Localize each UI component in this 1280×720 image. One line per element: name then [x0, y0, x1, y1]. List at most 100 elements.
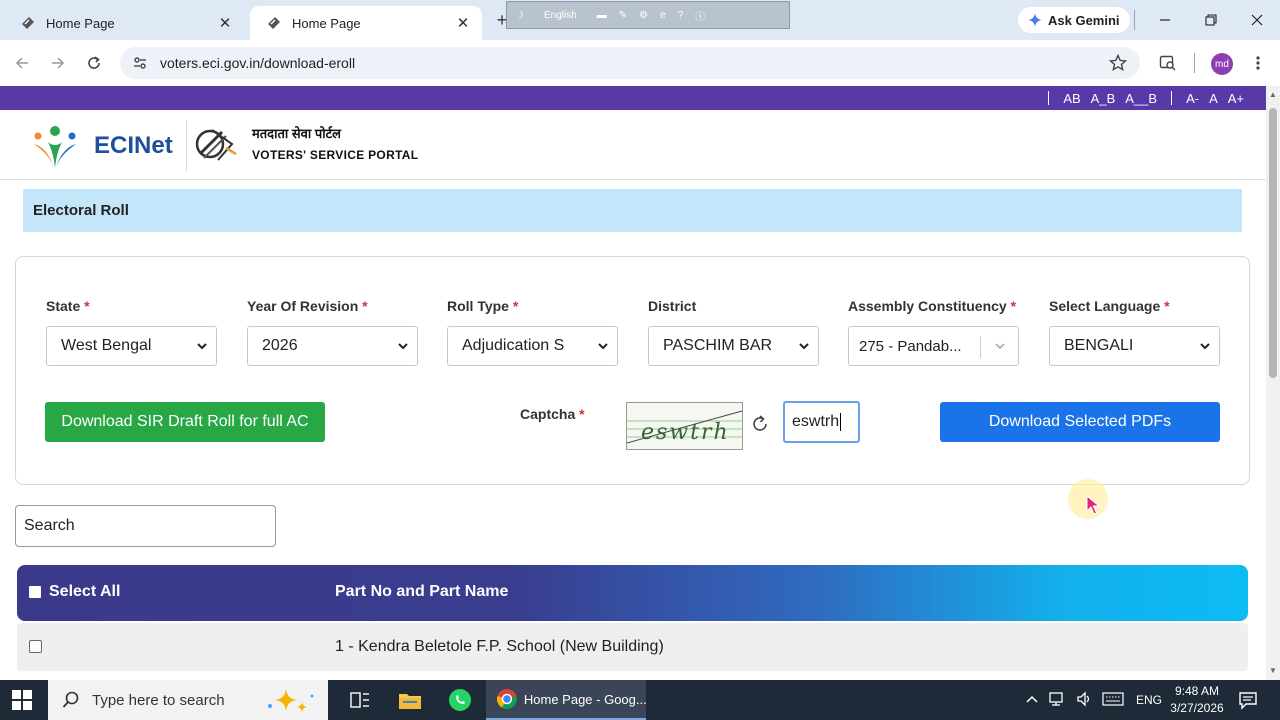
minimize-icon[interactable]	[1153, 8, 1177, 32]
table-row[interactable]: 1 - Kendra Beletole F.P. School (New Bui…	[17, 623, 1248, 671]
font-normal[interactable]: A	[1209, 91, 1218, 106]
taskbar-chrome-app[interactable]: Home Page - Goog...	[486, 680, 646, 720]
ime-pen-icon[interactable]: ✎	[619, 10, 627, 21]
taskbar-search-box[interactable]: Type here to search	[48, 680, 328, 720]
chevron-down-icon	[197, 343, 207, 350]
reload-icon[interactable]	[82, 51, 106, 75]
clock-time: 9:48 AM	[1174, 684, 1220, 698]
ime-help-icon[interactable]: ?	[678, 10, 684, 21]
scroll-up-icon[interactable]: ▲	[1269, 90, 1277, 99]
tab-title: Home Page	[46, 15, 115, 31]
file-explorer-icon[interactable]	[396, 686, 424, 714]
ime-gear-icon[interactable]: ⚙	[639, 10, 648, 21]
taskbar-app-title: Home Page - Goog...	[523, 691, 646, 707]
captcha-input[interactable]: eswtrh	[783, 401, 860, 443]
close-window-icon[interactable]	[1245, 8, 1269, 32]
profile-avatar[interactable]: md	[1211, 53, 1233, 75]
whatsapp-icon[interactable]	[446, 686, 474, 714]
bookmark-star-icon[interactable]	[1106, 51, 1130, 75]
keyboard-icon[interactable]	[1102, 691, 1124, 709]
text-spacing-tools: AB A_B A__B	[1063, 91, 1157, 106]
taskbar-clock[interactable]: 9:48 AM 3/27/2026	[1166, 683, 1228, 717]
ime-language[interactable]: English	[544, 10, 577, 21]
roll-type-select[interactable]: Adjudication S	[447, 326, 618, 366]
text-spacing-a--b[interactable]: A__B	[1125, 91, 1157, 106]
close-tab-icon[interactable]: ✕	[216, 14, 234, 32]
network-icon[interactable]	[1048, 691, 1066, 710]
captcha-image: eswtrh	[626, 402, 743, 450]
gemini-sparkle-icon	[1028, 13, 1042, 27]
page-title: Electoral Roll	[23, 189, 1242, 232]
assembly-constituency-select[interactable]: 275 - Pandab...	[848, 326, 1019, 366]
scroll-down-icon[interactable]: ▼	[1269, 666, 1277, 675]
language-label: Select Language *	[1049, 298, 1170, 314]
ask-gemini-button[interactable]: Ask Gemini	[1018, 7, 1130, 33]
font-increase[interactable]: A+	[1228, 91, 1244, 106]
copilot-sparkle-icon[interactable]	[260, 688, 320, 716]
select-all-label: Select All	[49, 583, 121, 600]
ime-info-icon[interactable]: ⓘ	[695, 8, 705, 23]
captcha-input-value: eswtrh	[792, 413, 840, 430]
download-selected-pdfs-button[interactable]: Download Selected PDFs	[940, 402, 1220, 442]
ime-keyboard-icon[interactable]: ▬	[597, 10, 607, 21]
ime-moon-icon[interactable]: ☽	[515, 10, 524, 21]
refresh-captcha-icon[interactable]	[748, 412, 772, 436]
browser-tab-home-1[interactable]: Home Page ✕	[4, 6, 244, 40]
part-column-header: Part No and Part Name	[335, 583, 509, 600]
lens-search-icon[interactable]	[1156, 51, 1180, 75]
windows-start-icon[interactable]	[12, 690, 32, 715]
chevron-down-icon	[398, 343, 408, 350]
address-bar[interactable]: voters.eci.gov.in/download-eroll	[120, 47, 1140, 79]
year-value: 2026	[262, 337, 298, 354]
system-tray: ENG	[1026, 680, 1162, 720]
close-tab-icon[interactable]: ✕	[454, 14, 472, 32]
district-value: PASCHIM BAR	[663, 337, 773, 354]
search-icon	[62, 691, 80, 709]
text-spacing-a-b[interactable]: A_B	[1091, 91, 1116, 106]
tray-chevron-up-icon[interactable]	[1026, 693, 1038, 707]
year-select[interactable]: 2026	[247, 326, 418, 366]
state-select[interactable]: West Bengal	[46, 326, 217, 366]
chevron-down-icon	[995, 343, 1005, 350]
district-label: District	[648, 298, 697, 314]
ecinet-figure-icon	[34, 126, 76, 168]
browser-tab-home-2[interactable]: Home Page ✕	[250, 6, 482, 40]
chevron-down-icon	[598, 343, 608, 350]
ask-gemini-label: Ask Gemini	[1048, 12, 1120, 28]
url-text[interactable]: voters.eci.gov.in/download-eroll	[160, 55, 355, 71]
ime-edge-icon[interactable]: e	[660, 10, 666, 21]
text-spacing-ab[interactable]: AB	[1063, 91, 1080, 106]
input-language[interactable]: ENG	[1136, 693, 1162, 707]
site-settings-icon[interactable]	[132, 55, 148, 71]
select-all[interactable]: Select All	[29, 583, 120, 601]
page-scrollbar[interactable]: ▲ ▼	[1266, 86, 1280, 680]
row-checkbox[interactable]	[29, 640, 42, 653]
language-value: BENGALI	[1064, 337, 1134, 354]
notifications-icon[interactable]	[1238, 690, 1258, 715]
download-full-ac-button[interactable]: Download SIR Draft Roll for full AC	[45, 402, 325, 442]
tab-title: Home Page	[292, 15, 361, 31]
back-arrow-icon[interactable]	[10, 51, 34, 75]
restore-icon[interactable]	[1199, 8, 1223, 32]
scrollbar-thumb[interactable]	[1269, 108, 1277, 378]
chevron-down-icon	[799, 343, 809, 350]
font-decrease[interactable]: A-	[1186, 91, 1199, 106]
forward-arrow-icon[interactable]	[46, 51, 70, 75]
search-input-value: Search	[24, 517, 75, 534]
volume-icon[interactable]	[1076, 690, 1092, 710]
select-all-checkbox[interactable]	[29, 586, 41, 598]
chevron-down-icon	[1200, 343, 1210, 350]
search-input[interactable]: Search	[15, 505, 276, 547]
ecinet-logo-text: ECINet	[94, 132, 173, 159]
language-select[interactable]: BENGALI	[1049, 326, 1220, 366]
ime-toolbar[interactable]: ☽ English ▬ ✎ ⚙ e ? ⓘ	[506, 1, 790, 29]
divider	[1048, 91, 1050, 105]
eci-favicon-icon	[266, 15, 282, 31]
ecinet-logo[interactable]: ECINet	[30, 122, 173, 170]
assembly-value: 275 - Pandab...	[859, 337, 962, 355]
more-menu-icon[interactable]	[1246, 51, 1270, 75]
mouse-cursor-icon	[1086, 494, 1101, 520]
roll-type-label: Roll Type *	[447, 298, 519, 314]
district-select[interactable]: PASCHIM BAR	[648, 326, 819, 366]
task-view-icon[interactable]	[346, 686, 374, 714]
